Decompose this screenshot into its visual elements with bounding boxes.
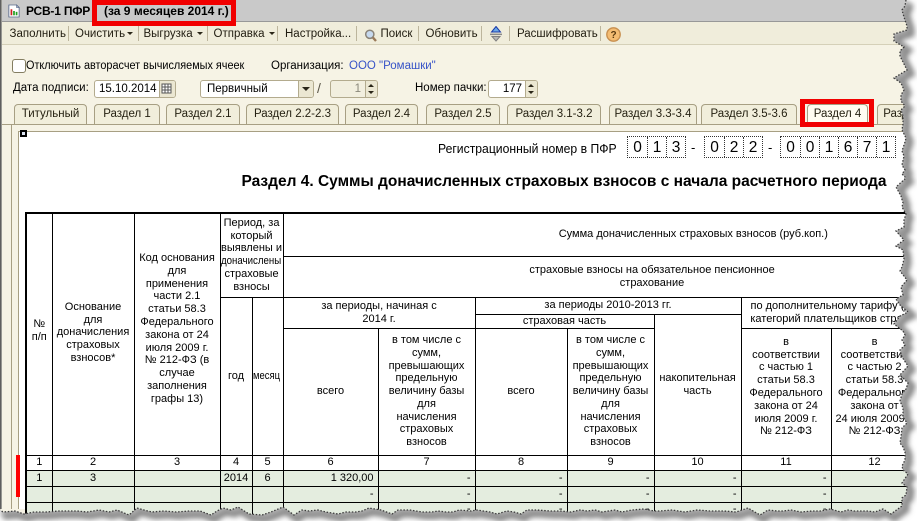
svg-text:?: ? [610,30,616,41]
